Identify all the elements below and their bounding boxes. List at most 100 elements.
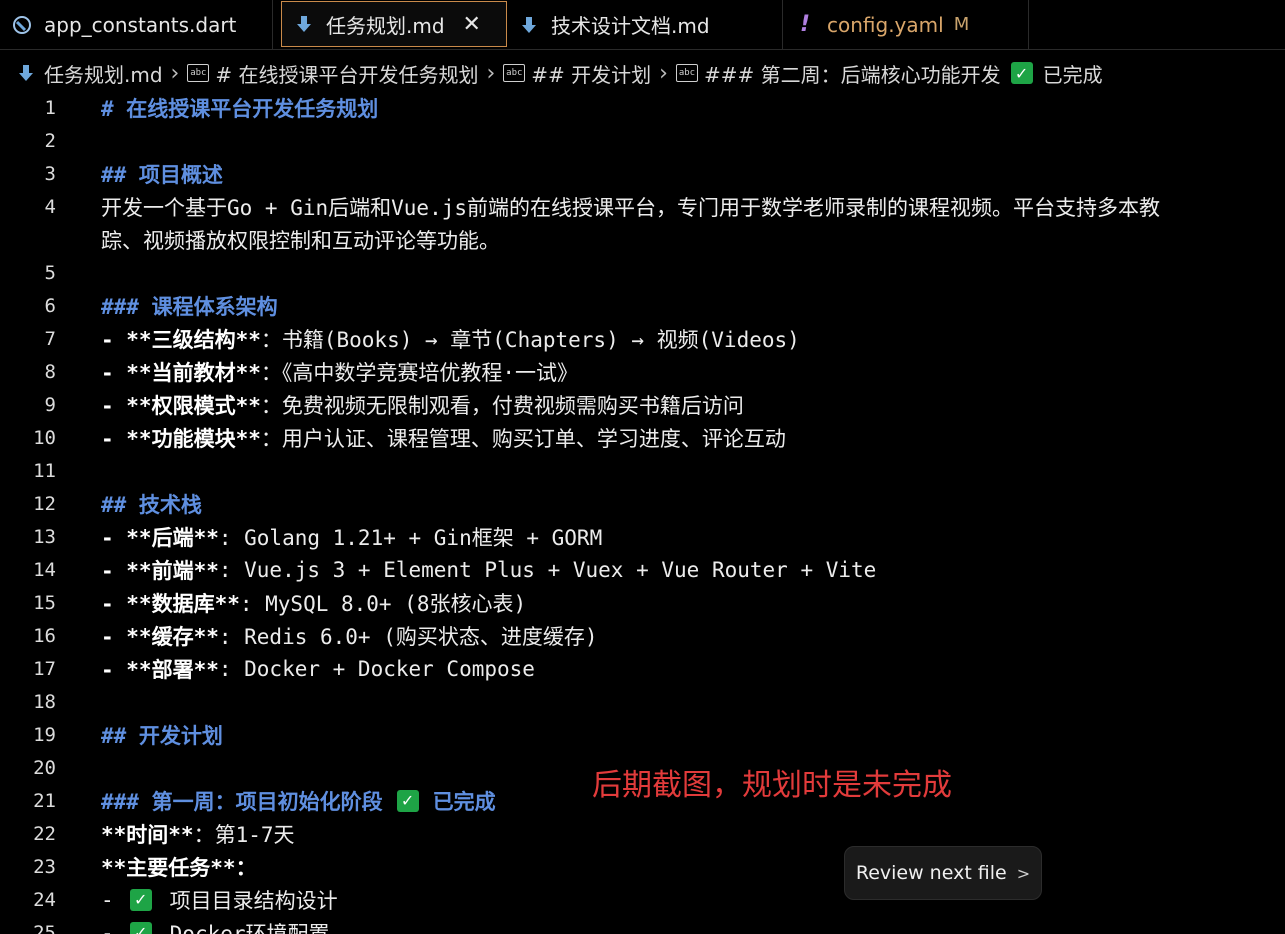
code-text: ：《高中数学竞赛培优教程·一试》 [260, 360, 579, 385]
breadcrumb-file[interactable]: 任务规划.md [18, 59, 163, 88]
symbol-string-icon: abc [675, 64, 698, 82]
tab-label: app_constants.dart [44, 12, 237, 37]
line-number: 5 [44, 261, 56, 284]
line-number: 1 [44, 96, 56, 119]
code-line: 25 - ✓ Docker环境配置 [0, 916, 330, 934]
modified-badge: M [953, 14, 970, 35]
code-text: ：第1-7天 [193, 822, 295, 847]
breadcrumb-h3[interactable]: abc ### 第二周：后端核心功能开发 ✓ 已完成 [675, 59, 1103, 88]
code-text: - **三级结构** [101, 327, 261, 352]
tab-config-yaml[interactable]: ! config.yaml M [783, 0, 1029, 49]
line-number: 15 [33, 591, 56, 614]
code-text: : Vue.js 3 + Element Plus + Vuex + Vue R… [218, 557, 877, 582]
line-number: 18 [33, 690, 56, 713]
dart-icon [12, 13, 32, 37]
tab-task-plan[interactable]: 任务规划.md ✕ [281, 1, 507, 47]
check-icon: ✓ [1010, 62, 1033, 84]
code-line: 19 ## 开发计划 [0, 718, 223, 751]
tab-tech-design[interactable]: 技术设计文档.md [507, 0, 783, 49]
tab-label: 任务规划.md [326, 13, 445, 38]
code-line: 1 # 在线授课平台开发任务规划 [0, 91, 379, 124]
line-number: 6 [44, 294, 56, 317]
code-text: - **数据库** [101, 591, 240, 616]
code-text: 已完成 [432, 789, 496, 814]
editor[interactable]: 1 # 在线授课平台开发任务规划 2 3 ## 项目概述 4 开发一个基于Go + G… [0, 91, 1285, 934]
code-line: 3 ## 项目概述 [0, 157, 223, 190]
breadcrumb-h2[interactable]: abc ## 开发计划 [503, 59, 651, 88]
line-number: 8 [44, 360, 56, 383]
review-next-file-button[interactable]: Review next file > [844, 846, 1042, 900]
review-button-label: Review next file [855, 862, 1007, 884]
symbol-string-icon: abc [187, 64, 210, 82]
breadcrumb-h2-label: ## 开发计划 [531, 62, 652, 87]
line-number: 16 [33, 624, 56, 647]
code-line: 23 **主要任务**： [0, 850, 256, 883]
code-line: 4 开发一个基于Go + Gin后端和Vue.js前端的在线授课平台，专门用于数学… [0, 190, 1160, 223]
code-line: 22 **时间** ：第1-7天 [0, 817, 295, 850]
chevron-right-icon: › [659, 60, 668, 86]
annotation-text: 后期截图，规划时是未完成 [592, 768, 952, 803]
code-text: - **功能模块** [101, 426, 261, 451]
line-number: 25 [33, 921, 56, 934]
code-line: 8 - **当前教材** ：《高中数学竞赛培优教程·一试》 [0, 355, 578, 388]
code-text: ：书籍(Books) → 章节(Chapters) → 视频(Videos) [260, 327, 800, 352]
line-number: 9 [44, 393, 56, 416]
code-line: 6 ### 课程体系架构 [0, 289, 278, 322]
code-line-wrap: 踪、视频播放权限控制和互动评论等功能。 [0, 223, 500, 256]
line-number: 4 [44, 195, 56, 218]
code-line: 15 - **数据库**: MySQL 8.0+ (8张核心表) [0, 586, 526, 619]
code-text: - **部署** [101, 657, 219, 682]
code-text: ## 技术栈 [101, 492, 202, 517]
code-text: - **后端** [101, 525, 219, 550]
code-text: # 在线授课平台开发任务规划 [101, 96, 379, 121]
code-line: 10 - **功能模块** ：用户认证、课程管理、购买订单、学习进度、评论互动 [0, 421, 786, 454]
code-line: 24 - ✓ 项目目录结构设计 [0, 883, 338, 916]
code-text: : MySQL 8.0+ (8张核心表) [239, 591, 527, 616]
tab-label: config.yaml [827, 12, 944, 37]
line-number: 7 [44, 327, 56, 350]
line-number: 2 [44, 129, 56, 152]
code-line: 16 - **缓存**: Redis 6.0+ (购买状态、进度缓存) [0, 619, 597, 652]
line-number: 12 [33, 492, 56, 515]
code-text: 踪、视频播放权限控制和互动评论等功能。 [101, 228, 500, 253]
code-text: ### 第一周：项目初始化阶段 [101, 789, 383, 814]
code-text: - **缓存** [101, 624, 219, 649]
code-text: 开发一个基于Go + Gin后端和Vue.js前端的在线授课平台，专门用于数学老… [101, 195, 1160, 220]
code-line: 12 ## 技术栈 [0, 487, 202, 520]
code-text: Docker环境配置 [169, 921, 330, 934]
breadcrumb-file-label: 任务规划.md [44, 62, 163, 87]
code-line: 13 - **后端**: Golang 1.21+ + Gin框架 + GORM [0, 520, 602, 553]
line-number: 19 [33, 723, 56, 746]
code-text: - [101, 887, 114, 912]
breadcrumb: 任务规划.md › abc # 在线授课平台开发任务规划 › abc ## 开发… [0, 54, 1103, 92]
line-number: 22 [33, 822, 56, 845]
close-icon[interactable]: ✕ [463, 12, 481, 37]
line-number: 13 [33, 525, 56, 548]
breadcrumb-h1-label: # 在线授课平台开发任务规划 [215, 62, 479, 87]
code-text: - [101, 920, 114, 934]
line-number: 3 [44, 162, 56, 185]
code-line: 20 [0, 751, 101, 784]
code-line: 17 - **部署**: Docker + Docker Compose [0, 652, 535, 685]
code-line: 14 - **前端**: Vue.js 3 + Element Plus + Vu… [0, 553, 876, 586]
chevron-right-icon: › [486, 60, 496, 86]
line-number: 21 [33, 789, 56, 812]
tab-app-constants[interactable]: app_constants.dart [0, 0, 273, 49]
code-line: 7 - **三级结构** ：书籍(Books) → 章节(Chapters) → 视… [0, 322, 800, 355]
chevron-right-icon: > [1016, 863, 1031, 883]
line-number: 23 [33, 855, 56, 878]
check-icon: ✓ [396, 789, 419, 812]
code-text: : Golang 1.21+ + Gin框架 + GORM [218, 525, 603, 550]
line-number: 11 [33, 459, 56, 482]
code-text: - **当前教材** [101, 360, 261, 385]
breadcrumb-h1[interactable]: abc # 在线授课平台开发任务规划 [187, 59, 478, 88]
code-text: ## 开发计划 [101, 723, 223, 748]
tab-bar: app_constants.dart 任务规划.md ✕ 技术设计文档.md !… [0, 0, 1285, 50]
line-number: 20 [33, 756, 56, 779]
markdown-icon [294, 12, 314, 36]
chevron-right-icon: › [170, 60, 180, 86]
line-number: 17 [33, 657, 56, 680]
code-line: 11 [0, 454, 101, 487]
line-number: 24 [33, 888, 56, 911]
code-line: 21 ### 第一周：项目初始化阶段 ✓ 已完成 [0, 784, 496, 817]
